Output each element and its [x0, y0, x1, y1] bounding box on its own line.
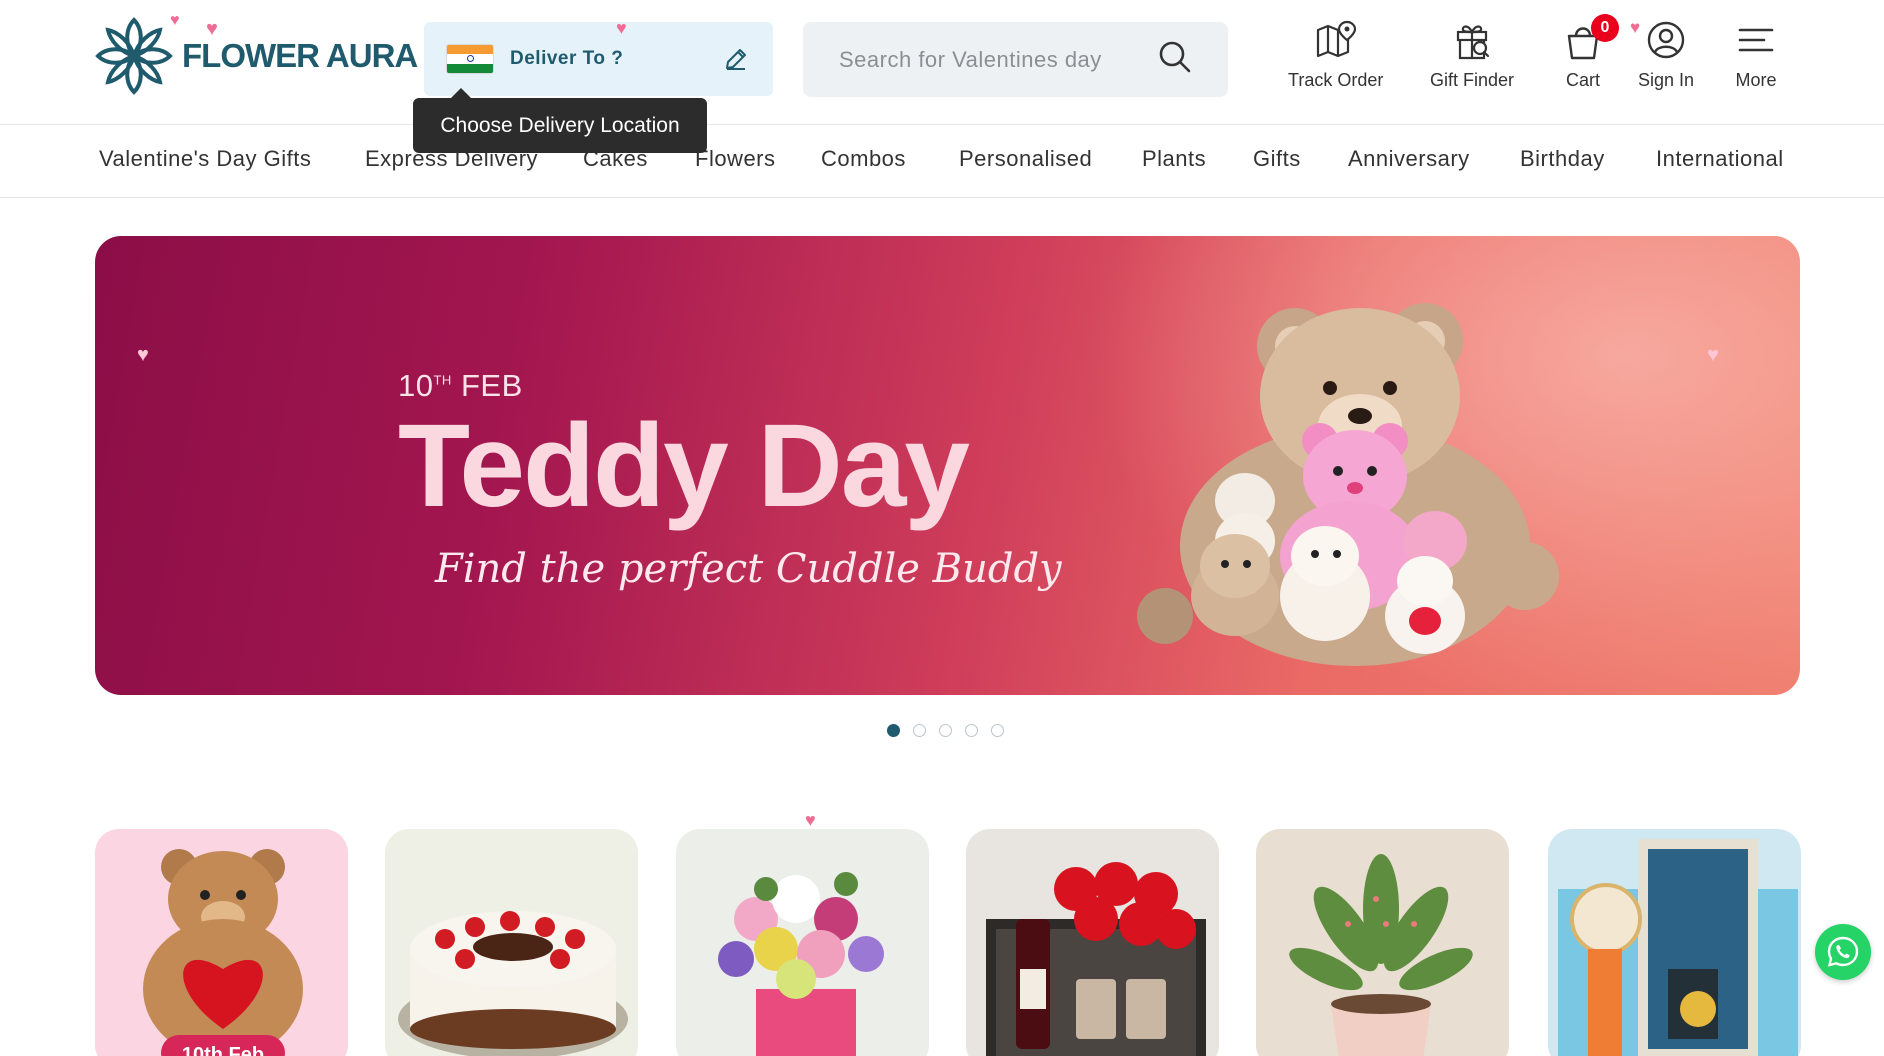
potted-plant-image [1289, 854, 1473, 1056]
gift-finder-button[interactable]: Gift Finder [1430, 18, 1514, 91]
banner-subtitle: Find the perfect Cuddle Buddy [435, 546, 1062, 592]
gift-box-card[interactable] [1548, 829, 1801, 1056]
category-nav: Valentine's Day Gifts Express Delivery C… [0, 126, 1884, 198]
card-badge-text: 10th Feb [182, 1044, 264, 1056]
site-header: FLOWER AURA ♥ ♥ Deliver To ? ♥ Choose De… [0, 0, 1884, 153]
search-icon[interactable] [1158, 40, 1192, 79]
teddy-bears-illustration [1137, 303, 1559, 666]
map-pin-icon [1316, 20, 1356, 58]
more-button[interactable]: More [1734, 18, 1778, 91]
combo-card[interactable] [966, 829, 1219, 1056]
nav-item-plants[interactable]: Plants [1142, 146, 1206, 172]
whatsapp-icon [1827, 936, 1859, 967]
nav-item-combos[interactable]: Combos [821, 146, 906, 172]
carousel-dots [887, 724, 1004, 737]
logo-flower-icon [95, 17, 173, 95]
more-label: More [1735, 70, 1777, 90]
combo-gift-box-image [986, 862, 1206, 1056]
nav-item-international[interactable]: International [1656, 146, 1784, 172]
carousel-dot-4[interactable] [965, 724, 978, 737]
nav-item-flowers[interactable]: Flowers [695, 146, 776, 172]
nav-item-personalised[interactable]: Personalised [959, 146, 1092, 172]
deliver-to-label: Deliver To ? [510, 48, 624, 69]
nav-item-gifts[interactable]: Gifts [1253, 146, 1301, 172]
search-input[interactable] [839, 46, 1139, 73]
gift-finder-label: Gift Finder [1430, 70, 1515, 90]
teddy-card[interactable]: 10th Feb [95, 829, 348, 1056]
sign-in-button[interactable]: ♥ Sign In [1630, 18, 1695, 91]
cart-label: Cart [1565, 70, 1600, 90]
nav-item-anniversary[interactable]: Anniversary [1348, 146, 1470, 172]
user-icon [1647, 21, 1685, 59]
carousel-dot-1[interactable] [887, 724, 900, 737]
track-order-label: Track Order [1288, 70, 1384, 90]
teddy-image: 10th Feb [143, 849, 303, 1056]
nav-item-valentines-day-gifts[interactable]: Valentine's Day Gifts [99, 146, 311, 172]
plant-card[interactable] [1256, 829, 1509, 1056]
cake-image [398, 911, 628, 1056]
heart-icon: ♥ [206, 18, 218, 40]
heart-icon: ♥ [1630, 18, 1641, 37]
deliver-to-selector[interactable]: Deliver To ? [424, 22, 773, 96]
heart-icon: ♥ [1707, 344, 1719, 366]
heart-icon: ♥ [170, 12, 180, 29]
heart-icon: ♥ [805, 810, 816, 830]
menu-icon [1738, 28, 1774, 52]
track-order-button[interactable]: Track Order [1288, 18, 1383, 91]
logo-text: FLOWER AURA [182, 37, 418, 74]
carousel-dot-3[interactable] [939, 724, 952, 737]
nav-item-birthday[interactable]: Birthday [1520, 146, 1605, 172]
cake-card[interactable] [385, 829, 638, 1056]
carousel-dot-5[interactable] [991, 724, 1004, 737]
search-bar [803, 22, 1228, 97]
india-flag-icon [446, 44, 494, 74]
delivery-location-tooltip[interactable]: Choose Delivery Location [413, 88, 707, 153]
cart-button[interactable]: 0 Cart [1561, 14, 1619, 91]
flower-aura-logo[interactable]: FLOWER AURA [94, 16, 418, 96]
hero-banner[interactable]: ♥ ♥ 10TH FEB Teddy Day Find the perfect … [95, 236, 1800, 695]
edit-pencil-icon[interactable] [721, 44, 751, 74]
whatsapp-chat-button[interactable] [1815, 924, 1871, 980]
heart-icon: ♥ [137, 344, 149, 366]
heart-icon: ♥ [616, 18, 627, 38]
carousel-dot-2[interactable] [913, 724, 926, 737]
gift-search-icon [1456, 25, 1490, 60]
banner-title: Teddy Day [398, 400, 970, 532]
flowers-bouquet-image [718, 872, 884, 1056]
personalised-gift-box-image [1558, 839, 1798, 1056]
flowers-card[interactable] [676, 829, 929, 1056]
cart-count-badge: 0 [1591, 14, 1619, 42]
sign-in-label: Sign In [1638, 70, 1695, 90]
